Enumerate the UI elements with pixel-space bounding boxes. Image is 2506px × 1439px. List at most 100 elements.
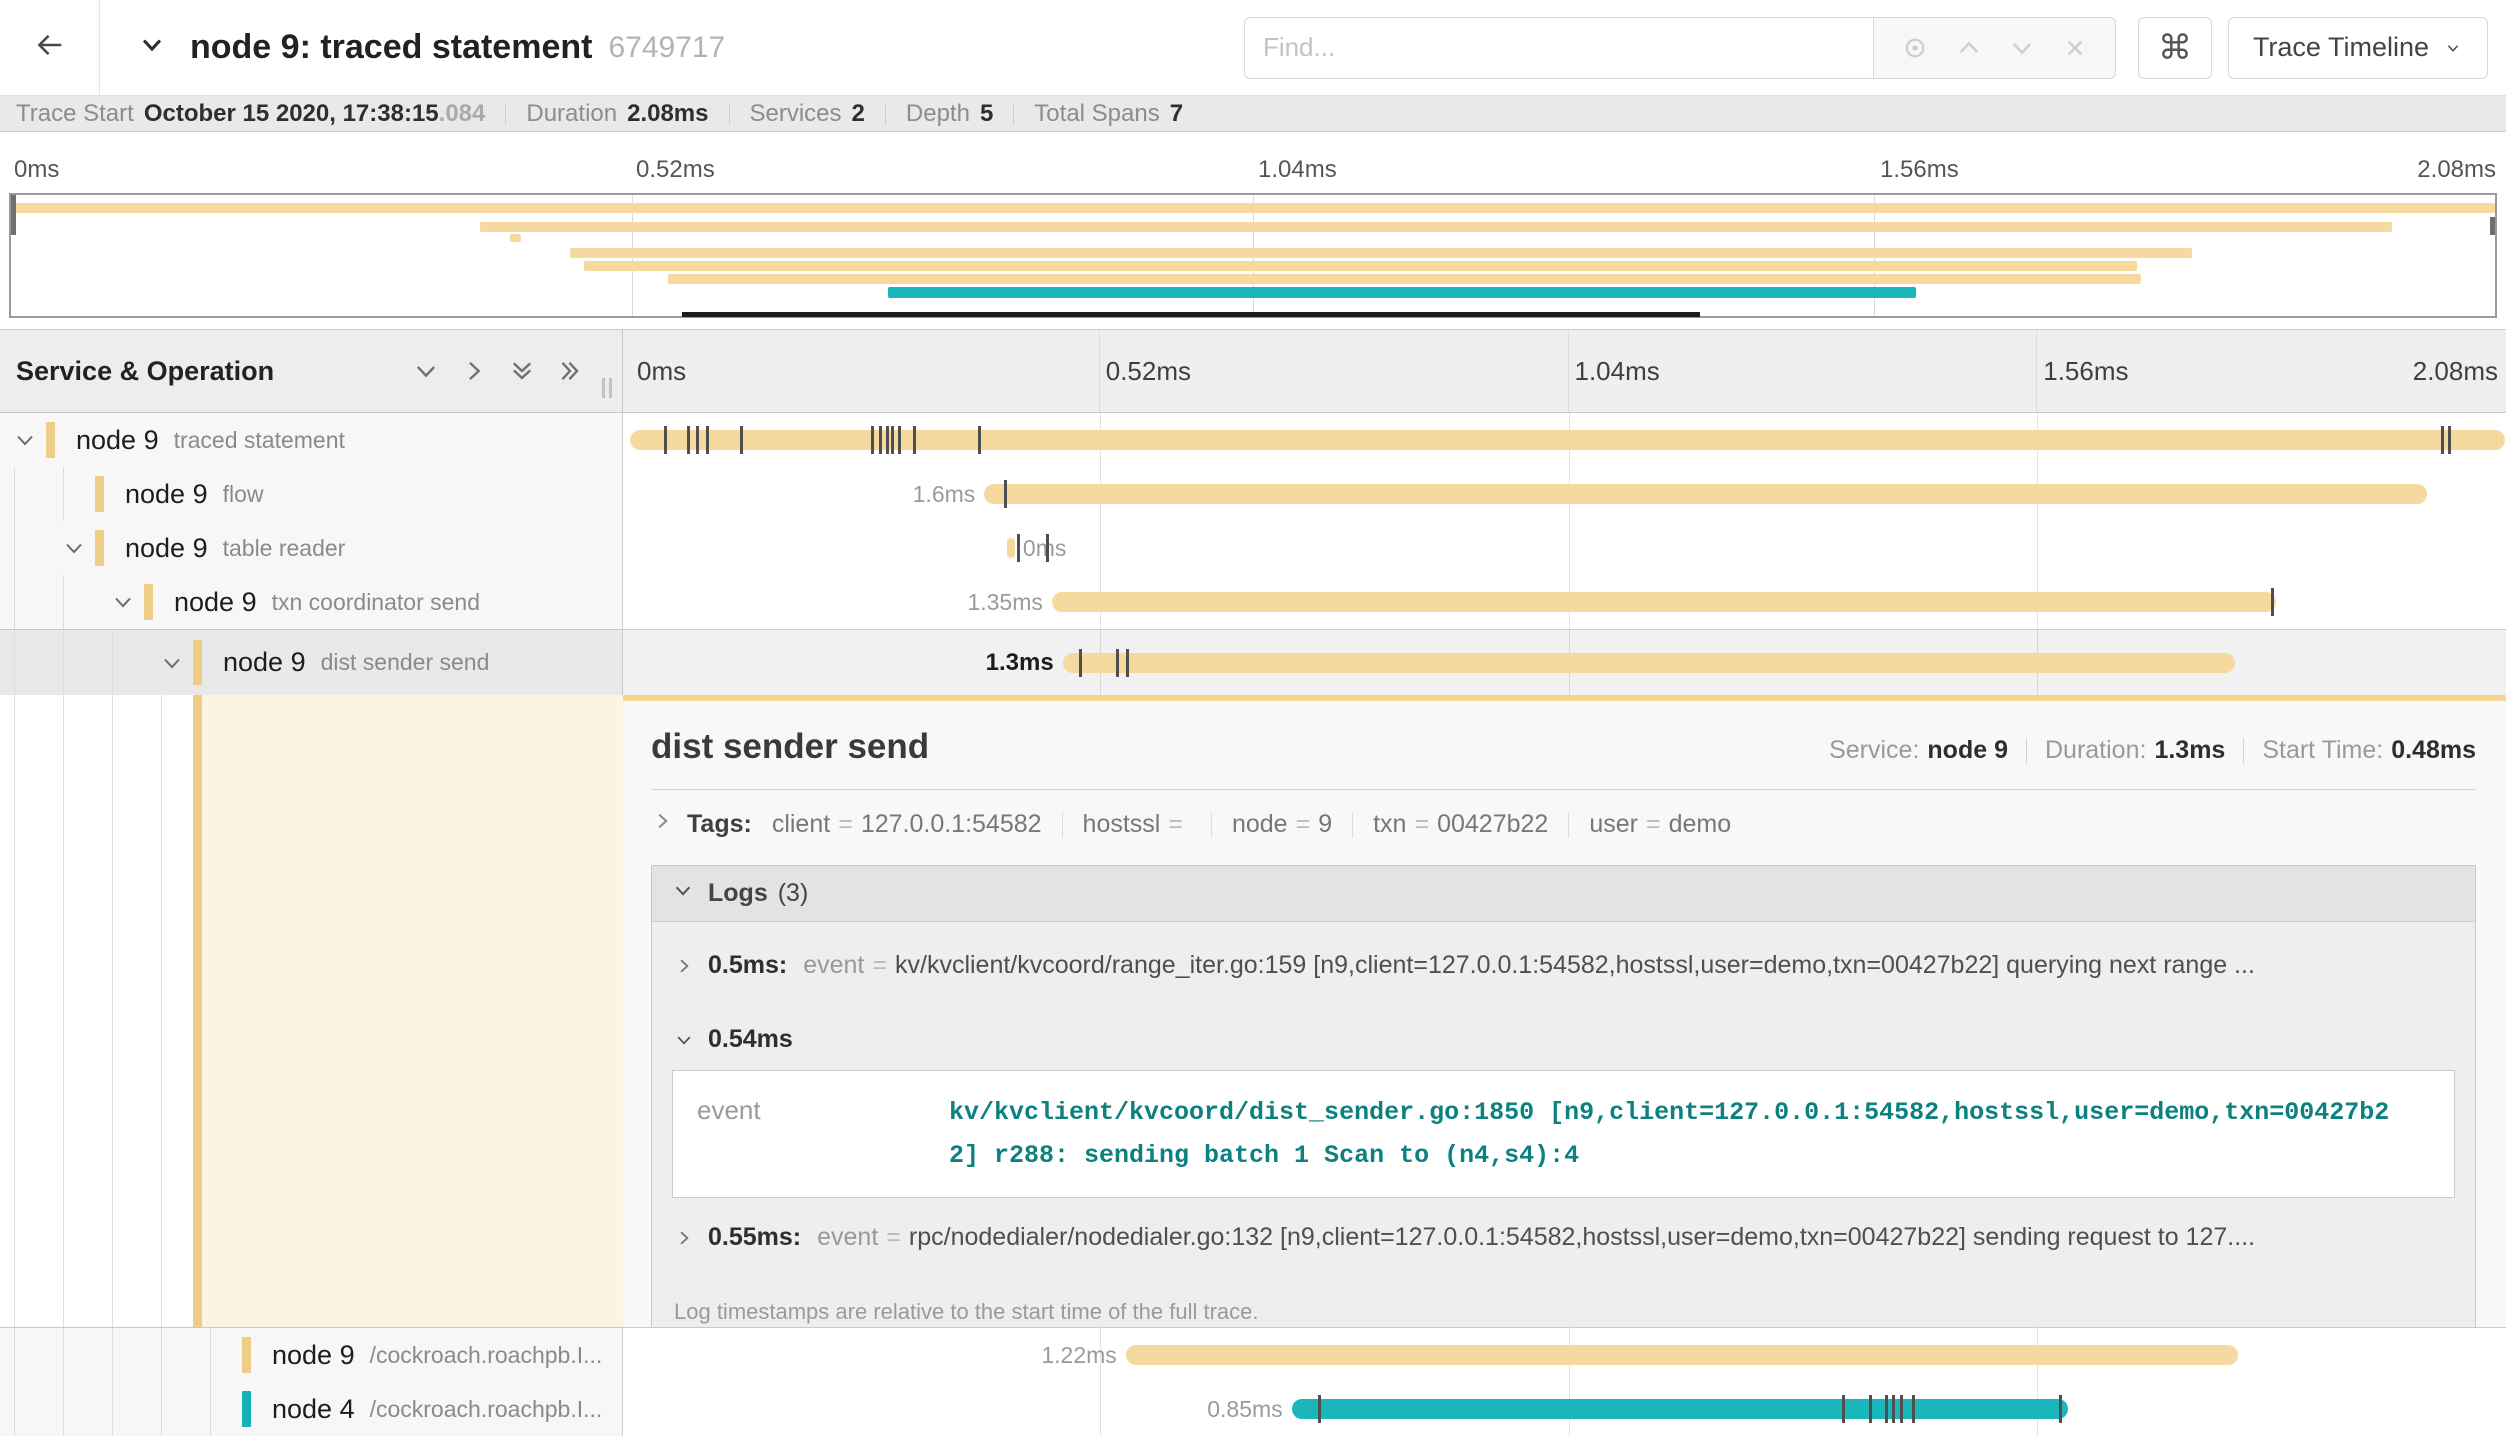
span-row[interactable]: node 4/cockroach.roachpb.I...0.85ms: [0, 1382, 2506, 1436]
span-row-timeline-cell[interactable]: 1.22ms: [623, 1328, 2506, 1382]
span-row-timeline-cell[interactable]: 0.85ms: [623, 1382, 2506, 1436]
span-duration-bar[interactable]: [1292, 1399, 2068, 1419]
log-entry-collapsed[interactable]: 0.55ms:event=rpc/nodedialer/nodedialer.g…: [672, 1198, 2455, 1277]
summary-item: Services2: [750, 100, 865, 128]
next-match-icon[interactable]: [2008, 34, 2036, 62]
log-marker-tick[interactable]: [687, 426, 690, 454]
log-marker-tick[interactable]: [1126, 649, 1129, 677]
log-marker-tick[interactable]: [740, 426, 743, 454]
log-entry-collapsed[interactable]: 0.5ms:event=kv/kvclient/kvcoord/range_it…: [672, 926, 2455, 1005]
axis-tick-label: 0ms: [637, 356, 686, 387]
log-marker-tick[interactable]: [1912, 1395, 1915, 1423]
log-marker-tick[interactable]: [1116, 649, 1119, 677]
log-marker-tick[interactable]: [2271, 588, 2274, 616]
logs-header[interactable]: Logs (3): [652, 866, 2475, 922]
span-row-timeline-cell[interactable]: 1.6ms: [623, 467, 2506, 521]
log-marker-tick[interactable]: [1318, 1395, 1321, 1423]
span-row[interactable]: node 9/cockroach.roachpb.I...1.22ms: [0, 1328, 2506, 1382]
expand-one-icon[interactable]: [460, 357, 488, 385]
indent-guide: [161, 1382, 162, 1436]
log-marker-tick[interactable]: [2059, 1395, 2062, 1423]
span-duration-bar[interactable]: [630, 430, 2505, 450]
span-duration-bar[interactable]: [1063, 653, 2235, 673]
span-row-timeline-cell[interactable]: 0ms: [623, 521, 2506, 575]
log-marker-tick[interactable]: [696, 426, 699, 454]
detail-stat-label: Duration:: [2045, 736, 2146, 765]
collapse-trace-header-button[interactable]: [136, 33, 168, 62]
log-marker-tick[interactable]: [1892, 1395, 1895, 1423]
span-row[interactable]: node 9txn coordinator send1.35ms: [0, 575, 2506, 629]
clear-find-icon[interactable]: [2062, 35, 2088, 61]
trace-summary-bar: Trace StartOctober 15 2020, 17:38:15.084…: [0, 96, 2506, 132]
column-resize-handle[interactable]: [602, 378, 612, 398]
summary-item: Trace StartOctober 15 2020, 17:38:15.084: [16, 100, 485, 128]
span-duration-bar[interactable]: [984, 484, 2427, 504]
log-marker-tick[interactable]: [898, 426, 901, 454]
focus-match-icon[interactable]: [1901, 34, 1929, 62]
span-row-timeline-cell[interactable]: [623, 413, 2506, 467]
find-input[interactable]: [1244, 17, 1874, 79]
span-detail-left-gutter: [0, 695, 623, 1327]
log-marker-tick[interactable]: [879, 426, 882, 454]
span-row-selected[interactable]: node 9dist sender send1.3ms: [0, 629, 2506, 695]
log-marker-tick[interactable]: [706, 426, 709, 454]
log-marker-tick[interactable]: [2448, 426, 2451, 454]
prev-match-icon[interactable]: [1955, 34, 1983, 62]
span-color-indicator: [95, 530, 104, 567]
span-row[interactable]: node 9traced statement: [0, 413, 2506, 467]
minimap-scrubber[interactable]: [682, 312, 1700, 317]
span-row-label-cell[interactable]: node 9table reader: [0, 521, 623, 575]
axis-tick-label: 0.52ms: [1106, 356, 1191, 387]
span-row-label-cell[interactable]: node 9flow: [0, 467, 623, 521]
collapse-one-icon[interactable]: [412, 357, 440, 385]
log-marker-tick[interactable]: [1869, 1395, 1872, 1423]
divider: [1211, 812, 1212, 838]
span-row-label-cell[interactable]: node 9txn coordinator send: [0, 575, 623, 629]
chevron-down-icon[interactable]: [160, 651, 184, 675]
span-row-label-cell[interactable]: node 9dist sender send: [0, 630, 623, 695]
log-marker-tick[interactable]: [1004, 480, 1007, 508]
overview-span-bar: [888, 287, 1916, 298]
span-row-label-cell[interactable]: node 4/cockroach.roachpb.I...: [0, 1382, 623, 1436]
log-entry-expanded-header[interactable]: 0.54ms: [672, 1005, 2455, 1070]
span-row-timeline-cell[interactable]: 1.35ms: [623, 575, 2506, 629]
log-marker-tick[interactable]: [913, 426, 916, 454]
log-marker-tick[interactable]: [1885, 1395, 1888, 1423]
span-duration-label: 0ms: [1023, 534, 1066, 562]
span-row-label-cell[interactable]: node 9/cockroach.roachpb.I...: [0, 1328, 623, 1382]
overview-minimap[interactable]: [9, 193, 2497, 318]
span-row[interactable]: node 9table reader 0ms: [0, 521, 2506, 575]
span-row[interactable]: node 9flow1.6ms: [0, 467, 2506, 521]
span-duration-bar[interactable]: [1052, 592, 2276, 612]
span-duration-bar[interactable]: [1007, 538, 1015, 558]
log-marker-tick[interactable]: [1046, 534, 1049, 562]
span-color-indicator: [193, 640, 202, 684]
expand-all-icon[interactable]: [556, 357, 584, 385]
log-marker-tick[interactable]: [978, 426, 981, 454]
span-row-label-cell[interactable]: node 9traced statement: [0, 413, 623, 467]
overview-span-bar: [668, 274, 2142, 284]
chevron-down-icon[interactable]: [13, 428, 37, 452]
log-marker-tick[interactable]: [1079, 649, 1082, 677]
trace-view-selector[interactable]: Trace Timeline: [2228, 17, 2488, 79]
log-marker-tick[interactable]: [891, 426, 894, 454]
chevron-down-icon[interactable]: [111, 590, 135, 614]
log-marker-tick[interactable]: [886, 426, 889, 454]
chevron-down-icon[interactable]: [62, 536, 86, 560]
log-marker-tick[interactable]: [1017, 534, 1020, 562]
log-marker-tick[interactable]: [1900, 1395, 1903, 1423]
span-detail-stats: Service:node 9Duration:1.3msStart Time:0…: [1829, 736, 2476, 765]
log-marker-tick[interactable]: [664, 426, 667, 454]
log-marker-tick[interactable]: [2441, 426, 2444, 454]
minimap-left-handle[interactable]: [11, 195, 16, 235]
span-row-timeline-cell[interactable]: 1.3ms: [623, 630, 2506, 695]
collapse-all-icon[interactable]: [508, 357, 536, 385]
log-marker-tick[interactable]: [871, 426, 874, 454]
back-button[interactable]: [0, 0, 100, 96]
span-duration-bar[interactable]: [1126, 1345, 2238, 1365]
log-marker-tick[interactable]: [1842, 1395, 1845, 1423]
keyboard-shortcuts-button[interactable]: ⌘: [2138, 17, 2212, 79]
indent-guide: [14, 695, 15, 1327]
tags-row[interactable]: Tags: client=127.0.0.1:54582hostssl=node…: [651, 810, 2476, 839]
minimap-right-handle[interactable]: [2490, 217, 2495, 235]
